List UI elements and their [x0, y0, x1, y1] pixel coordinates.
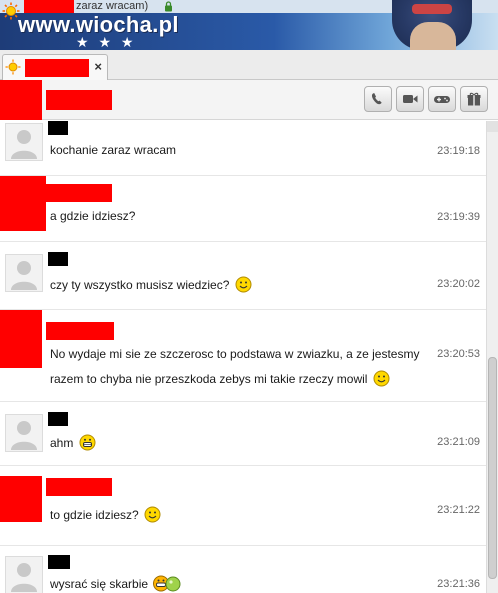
default-avatar-icon — [11, 261, 37, 290]
contact-avatar — [5, 556, 43, 593]
message-line: ahm — [50, 431, 96, 456]
message-list[interactable]: kochanie zaraz wracam 23:19:18 a gdzie i… — [0, 121, 486, 593]
message-scrollbar[interactable] — [486, 121, 498, 593]
message-text: wysrać się skarbie — [50, 572, 181, 593]
sun-status-icon — [5, 59, 21, 75]
window-banner: zaraz wracam) www.wiocha.pl ★ ★ ★ — [0, 0, 498, 50]
redacted-self-avatar — [0, 476, 42, 522]
message-line: to gdzie idziesz? — [50, 503, 161, 528]
message-line: czy ty wszystko musisz wiedziec? — [50, 273, 252, 298]
contact-avatar — [5, 123, 43, 161]
smile-emoticon-icon — [373, 370, 390, 387]
banner-stars: ★ ★ ★ — [76, 34, 137, 50]
action-buttons — [364, 86, 488, 112]
scroll-up-button[interactable] — [487, 121, 498, 132]
message-time: 23:21:36 — [437, 578, 480, 590]
message-item: wysrać się skarbie 23:21:36 — [0, 546, 486, 593]
message-line: razem to chyba nie przeszkoda zebys mi t… — [50, 367, 419, 392]
message-line-text: wysrać się skarbie — [50, 577, 149, 591]
redacted-sender-name — [46, 322, 114, 340]
default-avatar-icon — [11, 563, 37, 592]
message-text: czy ty wszystko musisz wiedziec? — [50, 273, 252, 298]
message-item: No wydaje mi sie ze szczerosc to podstaw… — [0, 310, 486, 402]
tab-strip: × — [0, 50, 498, 80]
message-item: kochanie zaraz wracam 23:19:18 — [0, 121, 486, 176]
tab-close-button[interactable]: × — [94, 60, 102, 74]
tab-conversation[interactable]: × — [2, 54, 108, 80]
contact-header — [0, 80, 498, 120]
smile-emoticon-icon — [144, 506, 161, 523]
redacted-sender-name — [46, 478, 112, 496]
message-line-text: to gdzie idziesz? — [50, 508, 139, 522]
message-item: ahm 23:21:09 — [0, 402, 486, 466]
redacted-sender-name — [48, 121, 68, 135]
message-time: 23:19:39 — [437, 211, 480, 223]
message-time: 23:21:09 — [437, 436, 480, 448]
message-item: a gdzie idziesz? 23:19:39 — [0, 176, 486, 242]
redacted-contact-name — [46, 90, 112, 110]
default-avatar-icon — [11, 421, 37, 450]
message-time: 23:19:18 — [437, 145, 480, 157]
hat-decoration — [412, 4, 452, 14]
video-call-button[interactable] — [396, 86, 424, 112]
message-line: wysrać się skarbie — [50, 572, 181, 593]
poop-emoticon-icon — [153, 575, 181, 592]
game-button[interactable] — [428, 86, 456, 112]
redacted-self-avatar — [0, 176, 46, 231]
message-item: to gdzie idziesz? 23:21:22 — [0, 466, 486, 546]
message-line-text: razem to chyba nie przeszkoda zebys mi t… — [50, 372, 368, 386]
redacted-tab-name — [25, 59, 89, 77]
call-button[interactable] — [364, 86, 392, 112]
gamepad-icon — [434, 96, 450, 103]
message-text: ahm — [50, 431, 96, 456]
redacted-self-avatar — [0, 310, 42, 368]
gift-icon — [467, 92, 481, 106]
message-line-text: ahm — [50, 436, 74, 450]
redacted-sender-name — [48, 252, 68, 266]
smile-emoticon-icon — [235, 276, 252, 293]
message-text: No wydaje mi sie ze szczerosc to podstaw… — [50, 342, 419, 392]
default-avatar-icon — [11, 130, 37, 159]
contact-avatar — [5, 414, 43, 452]
message-line-text: czy ty wszystko musisz wiedziec? — [50, 278, 230, 292]
contact-photo-face — [410, 22, 456, 50]
video-camera-icon — [403, 95, 418, 103]
message-time: 23:20:53 — [437, 348, 480, 360]
message-time: 23:21:22 — [437, 504, 480, 516]
message-text: to gdzie idziesz? — [50, 503, 161, 528]
message-line: a gdzie idziesz? — [50, 209, 136, 223]
contact-avatar — [5, 254, 43, 292]
grin-emoticon-icon — [79, 434, 96, 451]
redacted-contact-avatar — [0, 80, 42, 120]
message-line: No wydaje mi sie ze szczerosc to podstaw… — [50, 347, 420, 361]
scroll-thumb[interactable] — [488, 357, 497, 579]
redacted-sender-name — [48, 555, 70, 569]
redacted-sender-name — [46, 184, 112, 202]
message-line: kochanie zaraz wracam — [50, 143, 177, 157]
message-time: 23:20:02 — [437, 278, 480, 290]
gift-button[interactable] — [460, 86, 488, 112]
phone-icon — [371, 93, 382, 105]
message-text: a gdzie idziesz? — [50, 204, 135, 229]
message-item: czy ty wszystko musisz wiedziec? 23:20:0… — [0, 242, 486, 310]
redacted-sender-name — [48, 412, 68, 426]
lock-icon — [165, 1, 172, 12]
message-text: kochanie zaraz wracam — [50, 138, 176, 163]
